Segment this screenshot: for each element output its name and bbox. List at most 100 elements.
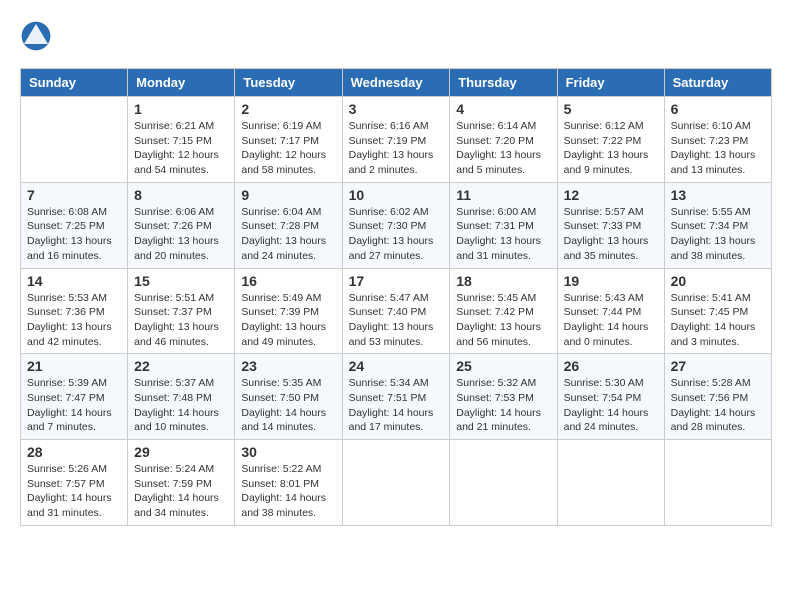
day-info: Sunrise: 5:22 AM Sunset: 8:01 PM Dayligh… xyxy=(241,462,335,521)
day-number: 26 xyxy=(564,358,658,374)
day-number: 8 xyxy=(134,187,228,203)
day-number: 14 xyxy=(27,273,121,289)
calendar-cell: 7 Sunrise: 6:08 AM Sunset: 7:25 PM Daylig… xyxy=(21,182,128,268)
calendar-cell: 12 Sunrise: 5:57 AM Sunset: 7:33 PM Dayli… xyxy=(557,182,664,268)
day-info: Sunrise: 5:24 AM Sunset: 7:59 PM Dayligh… xyxy=(134,462,228,521)
calendar-cell: 16 Sunrise: 5:49 AM Sunset: 7:39 PM Dayli… xyxy=(235,268,342,354)
day-number: 10 xyxy=(349,187,444,203)
day-info: Sunrise: 5:57 AM Sunset: 7:33 PM Dayligh… xyxy=(564,205,658,264)
calendar-cell xyxy=(342,440,450,526)
calendar-cell: 25Sunrise: 5:32 AM Sunset: 7:53 PM Dayli… xyxy=(450,354,557,440)
day-info: Sunrise: 5:28 AM Sunset: 7:56 PM Dayligh… xyxy=(671,376,765,435)
weekday-header-tuesday: Tuesday xyxy=(235,69,342,97)
calendar-cell: 9 Sunrise: 6:04 AM Sunset: 7:28 PM Daylig… xyxy=(235,182,342,268)
day-number: 3 xyxy=(349,101,444,117)
weekday-header-wednesday: Wednesday xyxy=(342,69,450,97)
day-info: Sunrise: 6:21 AM Sunset: 7:15 PM Dayligh… xyxy=(134,119,228,178)
calendar-cell xyxy=(450,440,557,526)
day-number: 19 xyxy=(564,273,658,289)
calendar-week-row: 7 Sunrise: 6:08 AM Sunset: 7:25 PM Daylig… xyxy=(21,182,772,268)
weekday-header-sunday: Sunday xyxy=(21,69,128,97)
calendar-cell: 11Sunrise: 6:00 AM Sunset: 7:31 PM Dayli… xyxy=(450,182,557,268)
calendar-week-row: 14 Sunrise: 5:53 AM Sunset: 7:36 PM Dayli… xyxy=(21,268,772,354)
calendar-cell: 10 Sunrise: 6:02 AM Sunset: 7:30 PM Dayli… xyxy=(342,182,450,268)
day-number: 20 xyxy=(671,273,765,289)
calendar-table: SundayMondayTuesdayWednesdayThursdayFrid… xyxy=(20,68,772,526)
calendar-cell: 8 Sunrise: 6:06 AM Sunset: 7:26 PM Daylig… xyxy=(128,182,235,268)
day-number: 24 xyxy=(349,358,444,374)
day-number: 16 xyxy=(241,273,335,289)
page-header xyxy=(20,20,772,52)
calendar-cell: 27 Sunrise: 5:28 AM Sunset: 7:56 PM Dayli… xyxy=(664,354,771,440)
day-number: 18 xyxy=(456,273,550,289)
calendar-header-row: SundayMondayTuesdayWednesdayThursdayFrid… xyxy=(21,69,772,97)
calendar-cell xyxy=(557,440,664,526)
calendar-cell: 29 Sunrise: 5:24 AM Sunset: 7:59 PM Dayli… xyxy=(128,440,235,526)
calendar-cell: 1 Sunrise: 6:21 AM Sunset: 7:15 PM Daylig… xyxy=(128,97,235,183)
calendar-cell: 18 Sunrise: 5:45 AM Sunset: 7:42 PM Dayli… xyxy=(450,268,557,354)
calendar-cell: 2 Sunrise: 6:19 AM Sunset: 7:17 PM Daylig… xyxy=(235,97,342,183)
weekday-header-thursday: Thursday xyxy=(450,69,557,97)
day-info: Sunrise: 6:16 AM Sunset: 7:19 PM Dayligh… xyxy=(349,119,444,178)
calendar-cell xyxy=(21,97,128,183)
day-info: Sunrise: 5:43 AM Sunset: 7:44 PM Dayligh… xyxy=(564,291,658,350)
day-info: Sunrise: 5:45 AM Sunset: 7:42 PM Dayligh… xyxy=(456,291,550,350)
calendar-cell: 21 Sunrise: 5:39 AM Sunset: 7:47 PM Dayli… xyxy=(21,354,128,440)
calendar-cell xyxy=(664,440,771,526)
day-info: Sunrise: 6:10 AM Sunset: 7:23 PM Dayligh… xyxy=(671,119,765,178)
calendar-week-row: 1 Sunrise: 6:21 AM Sunset: 7:15 PM Daylig… xyxy=(21,97,772,183)
calendar-cell: 22Sunrise: 5:37 AM Sunset: 7:48 PM Dayli… xyxy=(128,354,235,440)
day-number: 29 xyxy=(134,444,228,460)
calendar-cell: 3 Sunrise: 6:16 AM Sunset: 7:19 PM Daylig… xyxy=(342,97,450,183)
day-info: Sunrise: 6:14 AM Sunset: 7:20 PM Dayligh… xyxy=(456,119,550,178)
day-info: Sunrise: 5:53 AM Sunset: 7:36 PM Dayligh… xyxy=(27,291,121,350)
day-number: 21 xyxy=(27,358,121,374)
calendar-cell: 23Sunrise: 5:35 AM Sunset: 7:50 PM Dayli… xyxy=(235,354,342,440)
calendar-cell: 28 Sunrise: 5:26 AM Sunset: 7:57 PM Dayli… xyxy=(21,440,128,526)
calendar-cell: 6Sunrise: 6:10 AM Sunset: 7:23 PM Daylig… xyxy=(664,97,771,183)
day-info: Sunrise: 5:34 AM Sunset: 7:51 PM Dayligh… xyxy=(349,376,444,435)
day-number: 1 xyxy=(134,101,228,117)
day-number: 15 xyxy=(134,273,228,289)
weekday-header-friday: Friday xyxy=(557,69,664,97)
day-number: 5 xyxy=(564,101,658,117)
day-number: 4 xyxy=(456,101,550,117)
day-number: 13 xyxy=(671,187,765,203)
weekday-header-monday: Monday xyxy=(128,69,235,97)
day-info: Sunrise: 5:47 AM Sunset: 7:40 PM Dayligh… xyxy=(349,291,444,350)
day-number: 11 xyxy=(456,187,550,203)
day-number: 28 xyxy=(27,444,121,460)
calendar-cell: 26 Sunrise: 5:30 AM Sunset: 7:54 PM Dayli… xyxy=(557,354,664,440)
day-info: Sunrise: 6:12 AM Sunset: 7:22 PM Dayligh… xyxy=(564,119,658,178)
day-number: 12 xyxy=(564,187,658,203)
day-info: Sunrise: 6:02 AM Sunset: 7:30 PM Dayligh… xyxy=(349,205,444,264)
day-info: Sunrise: 5:49 AM Sunset: 7:39 PM Dayligh… xyxy=(241,291,335,350)
day-info: Sunrise: 5:39 AM Sunset: 7:47 PM Dayligh… xyxy=(27,376,121,435)
calendar-cell: 19 Sunrise: 5:43 AM Sunset: 7:44 PM Dayli… xyxy=(557,268,664,354)
day-number: 7 xyxy=(27,187,121,203)
day-info: Sunrise: 5:51 AM Sunset: 7:37 PM Dayligh… xyxy=(134,291,228,350)
calendar-cell: 17 Sunrise: 5:47 AM Sunset: 7:40 PM Dayli… xyxy=(342,268,450,354)
calendar-week-row: 21 Sunrise: 5:39 AM Sunset: 7:47 PM Dayli… xyxy=(21,354,772,440)
day-number: 30 xyxy=(241,444,335,460)
day-info: Sunrise: 6:08 AM Sunset: 7:25 PM Dayligh… xyxy=(27,205,121,264)
logo-icon xyxy=(20,20,52,52)
day-number: 17 xyxy=(349,273,444,289)
day-number: 27 xyxy=(671,358,765,374)
day-info: Sunrise: 5:26 AM Sunset: 7:57 PM Dayligh… xyxy=(27,462,121,521)
day-info: Sunrise: 5:32 AM Sunset: 7:53 PM Dayligh… xyxy=(456,376,550,435)
calendar-cell: 4 Sunrise: 6:14 AM Sunset: 7:20 PM Daylig… xyxy=(450,97,557,183)
day-info: Sunrise: 6:19 AM Sunset: 7:17 PM Dayligh… xyxy=(241,119,335,178)
calendar-cell: 24 Sunrise: 5:34 AM Sunset: 7:51 PM Dayli… xyxy=(342,354,450,440)
calendar-cell: 30 Sunrise: 5:22 AM Sunset: 8:01 PM Dayli… xyxy=(235,440,342,526)
day-number: 23 xyxy=(241,358,335,374)
day-info: Sunrise: 6:06 AM Sunset: 7:26 PM Dayligh… xyxy=(134,205,228,264)
day-info: Sunrise: 5:41 AM Sunset: 7:45 PM Dayligh… xyxy=(671,291,765,350)
day-info: Sunrise: 6:04 AM Sunset: 7:28 PM Dayligh… xyxy=(241,205,335,264)
day-number: 9 xyxy=(241,187,335,203)
day-info: Sunrise: 5:30 AM Sunset: 7:54 PM Dayligh… xyxy=(564,376,658,435)
day-number: 2 xyxy=(241,101,335,117)
day-info: Sunrise: 5:37 AM Sunset: 7:48 PM Dayligh… xyxy=(134,376,228,435)
logo xyxy=(20,20,56,52)
calendar-cell: 20 Sunrise: 5:41 AM Sunset: 7:45 PM Dayli… xyxy=(664,268,771,354)
